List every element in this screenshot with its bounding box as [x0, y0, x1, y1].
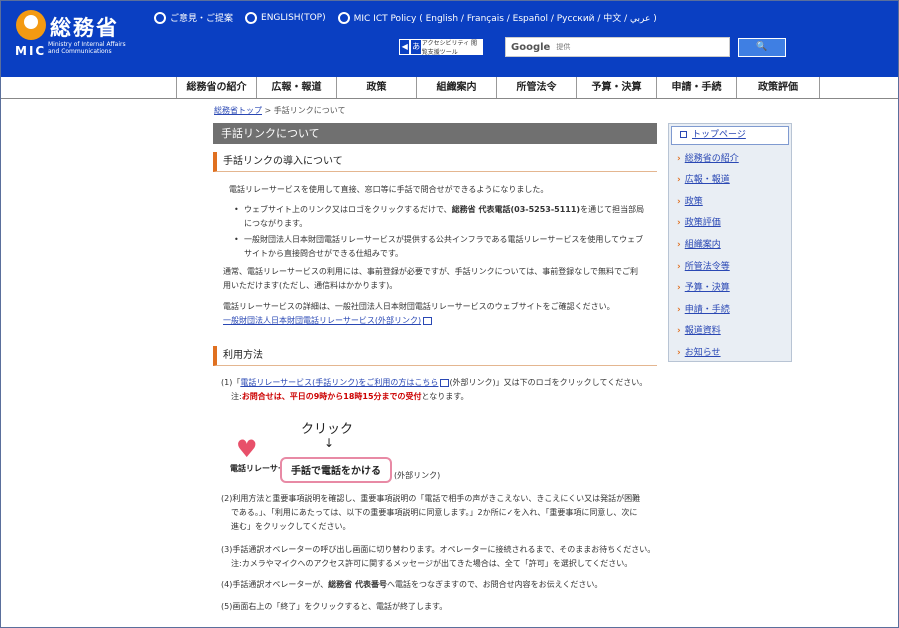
- opinion-link-label: ご意見・ご提案: [170, 14, 234, 24]
- square-icon: [680, 131, 687, 138]
- gnav-budget[interactable]: 予算・決算: [576, 77, 656, 98]
- relay-service-logo[interactable]: ♥ 電話リレーサービス: [230, 435, 302, 477]
- click-label: クリック: [301, 422, 354, 437]
- page-frame: 総務省 MIC Ministry of Internal Affairs and…: [0, 0, 899, 628]
- step-4-b: 総務省 代表番号: [328, 580, 387, 589]
- bullet-1: ウェブサイト上のリンク又はロゴをクリックするだけで、総務省 代表電話(03-52…: [234, 203, 645, 217]
- para-registration-1: 通常、電話リレーサービスの利用には、事前登録が必要ですが、手話リンクについては、…: [223, 267, 639, 276]
- side-item-news[interactable]: お知らせ: [677, 345, 721, 358]
- sign-language-call-button[interactable]: 手話で電話をかける: [280, 457, 392, 483]
- search-button[interactable]: 🔍: [738, 38, 786, 57]
- step-1-prefix: (1)「: [221, 378, 241, 387]
- bullet-1-text-a: ウェブサイト上のリンク又はロゴをクリックするだけで、: [244, 205, 452, 214]
- relay-service-link-row: 一般財団法人日本財団電話リレーサービス(外部リンク): [223, 314, 433, 328]
- side-item-applications[interactable]: 申請・手続: [677, 302, 730, 315]
- gnav-about[interactable]: 総務省の紹介: [176, 77, 256, 98]
- ring-icon: [337, 11, 350, 24]
- note-prefix: 注:: [231, 392, 242, 401]
- speaker-icon: ◀: [400, 40, 410, 54]
- step-3-line-2: 注:カメラやマイクへのアクセス許可に関するメッセージが出てきた場合は、全て「許可…: [231, 559, 633, 568]
- gnav-laws[interactable]: 所管法令: [496, 77, 576, 98]
- note-hours: お問合せは、平日の9時から18時15分までの受付: [241, 392, 422, 401]
- breadcrumb: 総務省トップ > 手話リンクについて: [214, 105, 346, 116]
- step-4: (4)手話通訳オペレーターが、総務省 代表番号へ電話をつなぎますので、お問合せ内…: [221, 578, 602, 592]
- english-link[interactable]: ENGLISH(TOP): [245, 11, 326, 24]
- global-nav: 総務省の紹介 広報・報道 政策 組織案内 所管法令 予算・決算 申請・手続 政策…: [1, 77, 898, 99]
- para-details: 電話リレーサービスの詳細は、一般社団法人日本財団電話リレーサービスのウェブサイト…: [223, 302, 615, 311]
- step-4-c: へ電話をつなぎますので、お問合せ内容をお伝えください。: [386, 580, 603, 589]
- relay-usage-link[interactable]: 電話リレーサービス(手話リンク)をご利用の方はこちら: [240, 378, 438, 387]
- bullet-2-cont: サイトから直接問合せができる仕組みです。: [244, 249, 404, 258]
- accessibility-label: アクセシビリティ 閲覧支援ツール: [421, 40, 478, 56]
- accessibility-tool-button[interactable]: ◀ あ アクセシビリティ 閲覧支援ツール: [399, 39, 483, 56]
- step-4-a: (4)手話通訳オペレーターが、: [221, 580, 329, 589]
- side-item-policy[interactable]: 政策: [677, 194, 703, 207]
- heart-icon: ♥: [236, 435, 258, 463]
- step-2-line-3: 進む」をクリックしてください。: [231, 522, 351, 531]
- external-link-note: (外部リンク): [394, 471, 441, 480]
- gnav-organization[interactable]: 組織案内: [416, 77, 496, 98]
- side-nav-top[interactable]: トップページ: [671, 126, 789, 145]
- ring-icon: [154, 11, 166, 24]
- gnav-evaluation[interactable]: 政策評価: [736, 77, 820, 98]
- breadcrumb-sep: >: [264, 106, 272, 115]
- breadcrumb-current: 手話リンクについて: [273, 106, 346, 115]
- step-1-suffix: (外部リンク)」又は下のロゴをクリックしてください。: [449, 378, 648, 387]
- para-registration-2: 用いただけます(ただし、通信料はかかります)。: [223, 281, 398, 290]
- side-nav-top-label: トップページ: [692, 130, 746, 140]
- bullet-2: 一般財団法人日本財団電話リレーサービスが提供する公共インフラである電話リレーサー…: [234, 233, 643, 247]
- opinion-link[interactable]: ご意見・ご提案: [154, 11, 233, 24]
- step-2-line-2: である。」、「利用にあたっては、以下の重要事項説明に同意します。」2か所に✓を入…: [231, 508, 638, 517]
- hiragana-icon: あ: [411, 40, 421, 54]
- gnav-applications[interactable]: 申請・手続: [656, 77, 736, 98]
- side-nav: トップページ 総務省の紹介 広報・報道 政策 政策評価 組織案内 所管法令等 予…: [668, 123, 792, 362]
- step-5: (5)画面右上の「終了」をクリックすると、電話が終了します。: [221, 602, 448, 611]
- search-box: Google: [505, 37, 730, 57]
- side-item-press[interactable]: 広報・報道: [677, 172, 730, 185]
- logo-subtitle: Ministry of Internal Affairs and Communi…: [48, 41, 126, 55]
- header-top-links: ご意見・ご提案 ENGLISH(TOP) MIC ICT Policy ( En…: [154, 11, 657, 24]
- logo-mic: MIC: [15, 44, 47, 58]
- ict-policy-link[interactable]: MIC ICT Policy ( English / Français / Es…: [337, 11, 657, 24]
- logo-japanese: 総務省: [50, 16, 119, 40]
- site-header: 総務省 MIC Ministry of Internal Affairs and…: [1, 1, 898, 77]
- gnav-press[interactable]: 広報・報道: [256, 77, 336, 98]
- ict-policy-link-label: MIC ICT Policy ( English / Français / Es…: [353, 14, 657, 24]
- bullet-1-cont: につながります。: [244, 219, 308, 228]
- step-1: (1)「電話リレーサービス(手話リンク)をご利用の方はこちら (外部リンク)」又は…: [221, 376, 647, 390]
- side-item-laws[interactable]: 所管法令等: [677, 259, 730, 272]
- step-3-line-1: (3)手話通訳オペレーターの呼び出し画面に切り替わります。オペレーターに接続され…: [221, 545, 656, 554]
- google-brand: Google: [511, 41, 551, 53]
- side-item-about[interactable]: 総務省の紹介: [677, 151, 739, 164]
- breadcrumb-home[interactable]: 総務省トップ: [214, 106, 262, 115]
- page-title: 手話リンクについて: [213, 123, 657, 144]
- step-2-line-1: (2)利用方法と重要事項説明を確認し、重要事項説明の「電話で相手の声がきこえない…: [221, 494, 641, 503]
- search-input[interactable]: [554, 42, 709, 52]
- section-heading-usage: 利用方法: [213, 346, 657, 366]
- relay-service-link[interactable]: 一般財団法人日本財団電話リレーサービス(外部リンク): [223, 316, 421, 325]
- side-item-evaluation[interactable]: 政策評価: [677, 215, 721, 228]
- english-link-label: ENGLISH(TOP): [261, 12, 326, 23]
- side-item-press-releases[interactable]: 報道資料: [677, 323, 721, 336]
- note-suffix: となります。: [421, 392, 469, 401]
- ring-icon: [245, 11, 258, 24]
- external-link-icon: [423, 316, 433, 325]
- intro-text: 電話リレーサービスを使用して直接、窓口等に手話で問合せができるようになりました。: [229, 185, 549, 194]
- step-1-note: 注:お問合せは、平日の9時から18時15分までの受付となります。: [231, 390, 469, 404]
- bullet-1-text-c: を通じて担当部局: [580, 205, 645, 214]
- bullet-1-phone: 総務省 代表電話(03-5253-5111): [451, 205, 581, 214]
- section-heading-intro: 手話リンクの導入について: [213, 152, 657, 172]
- side-item-organization[interactable]: 組織案内: [677, 237, 721, 250]
- gnav-policy[interactable]: 政策: [336, 77, 416, 98]
- down-arrow-icon: ↓: [324, 436, 335, 450]
- side-item-budget[interactable]: 予算・決算: [677, 280, 730, 293]
- mic-logo-mark: [16, 10, 46, 40]
- mic-logo[interactable]: 総務省 MIC Ministry of Internal Affairs and…: [14, 10, 134, 66]
